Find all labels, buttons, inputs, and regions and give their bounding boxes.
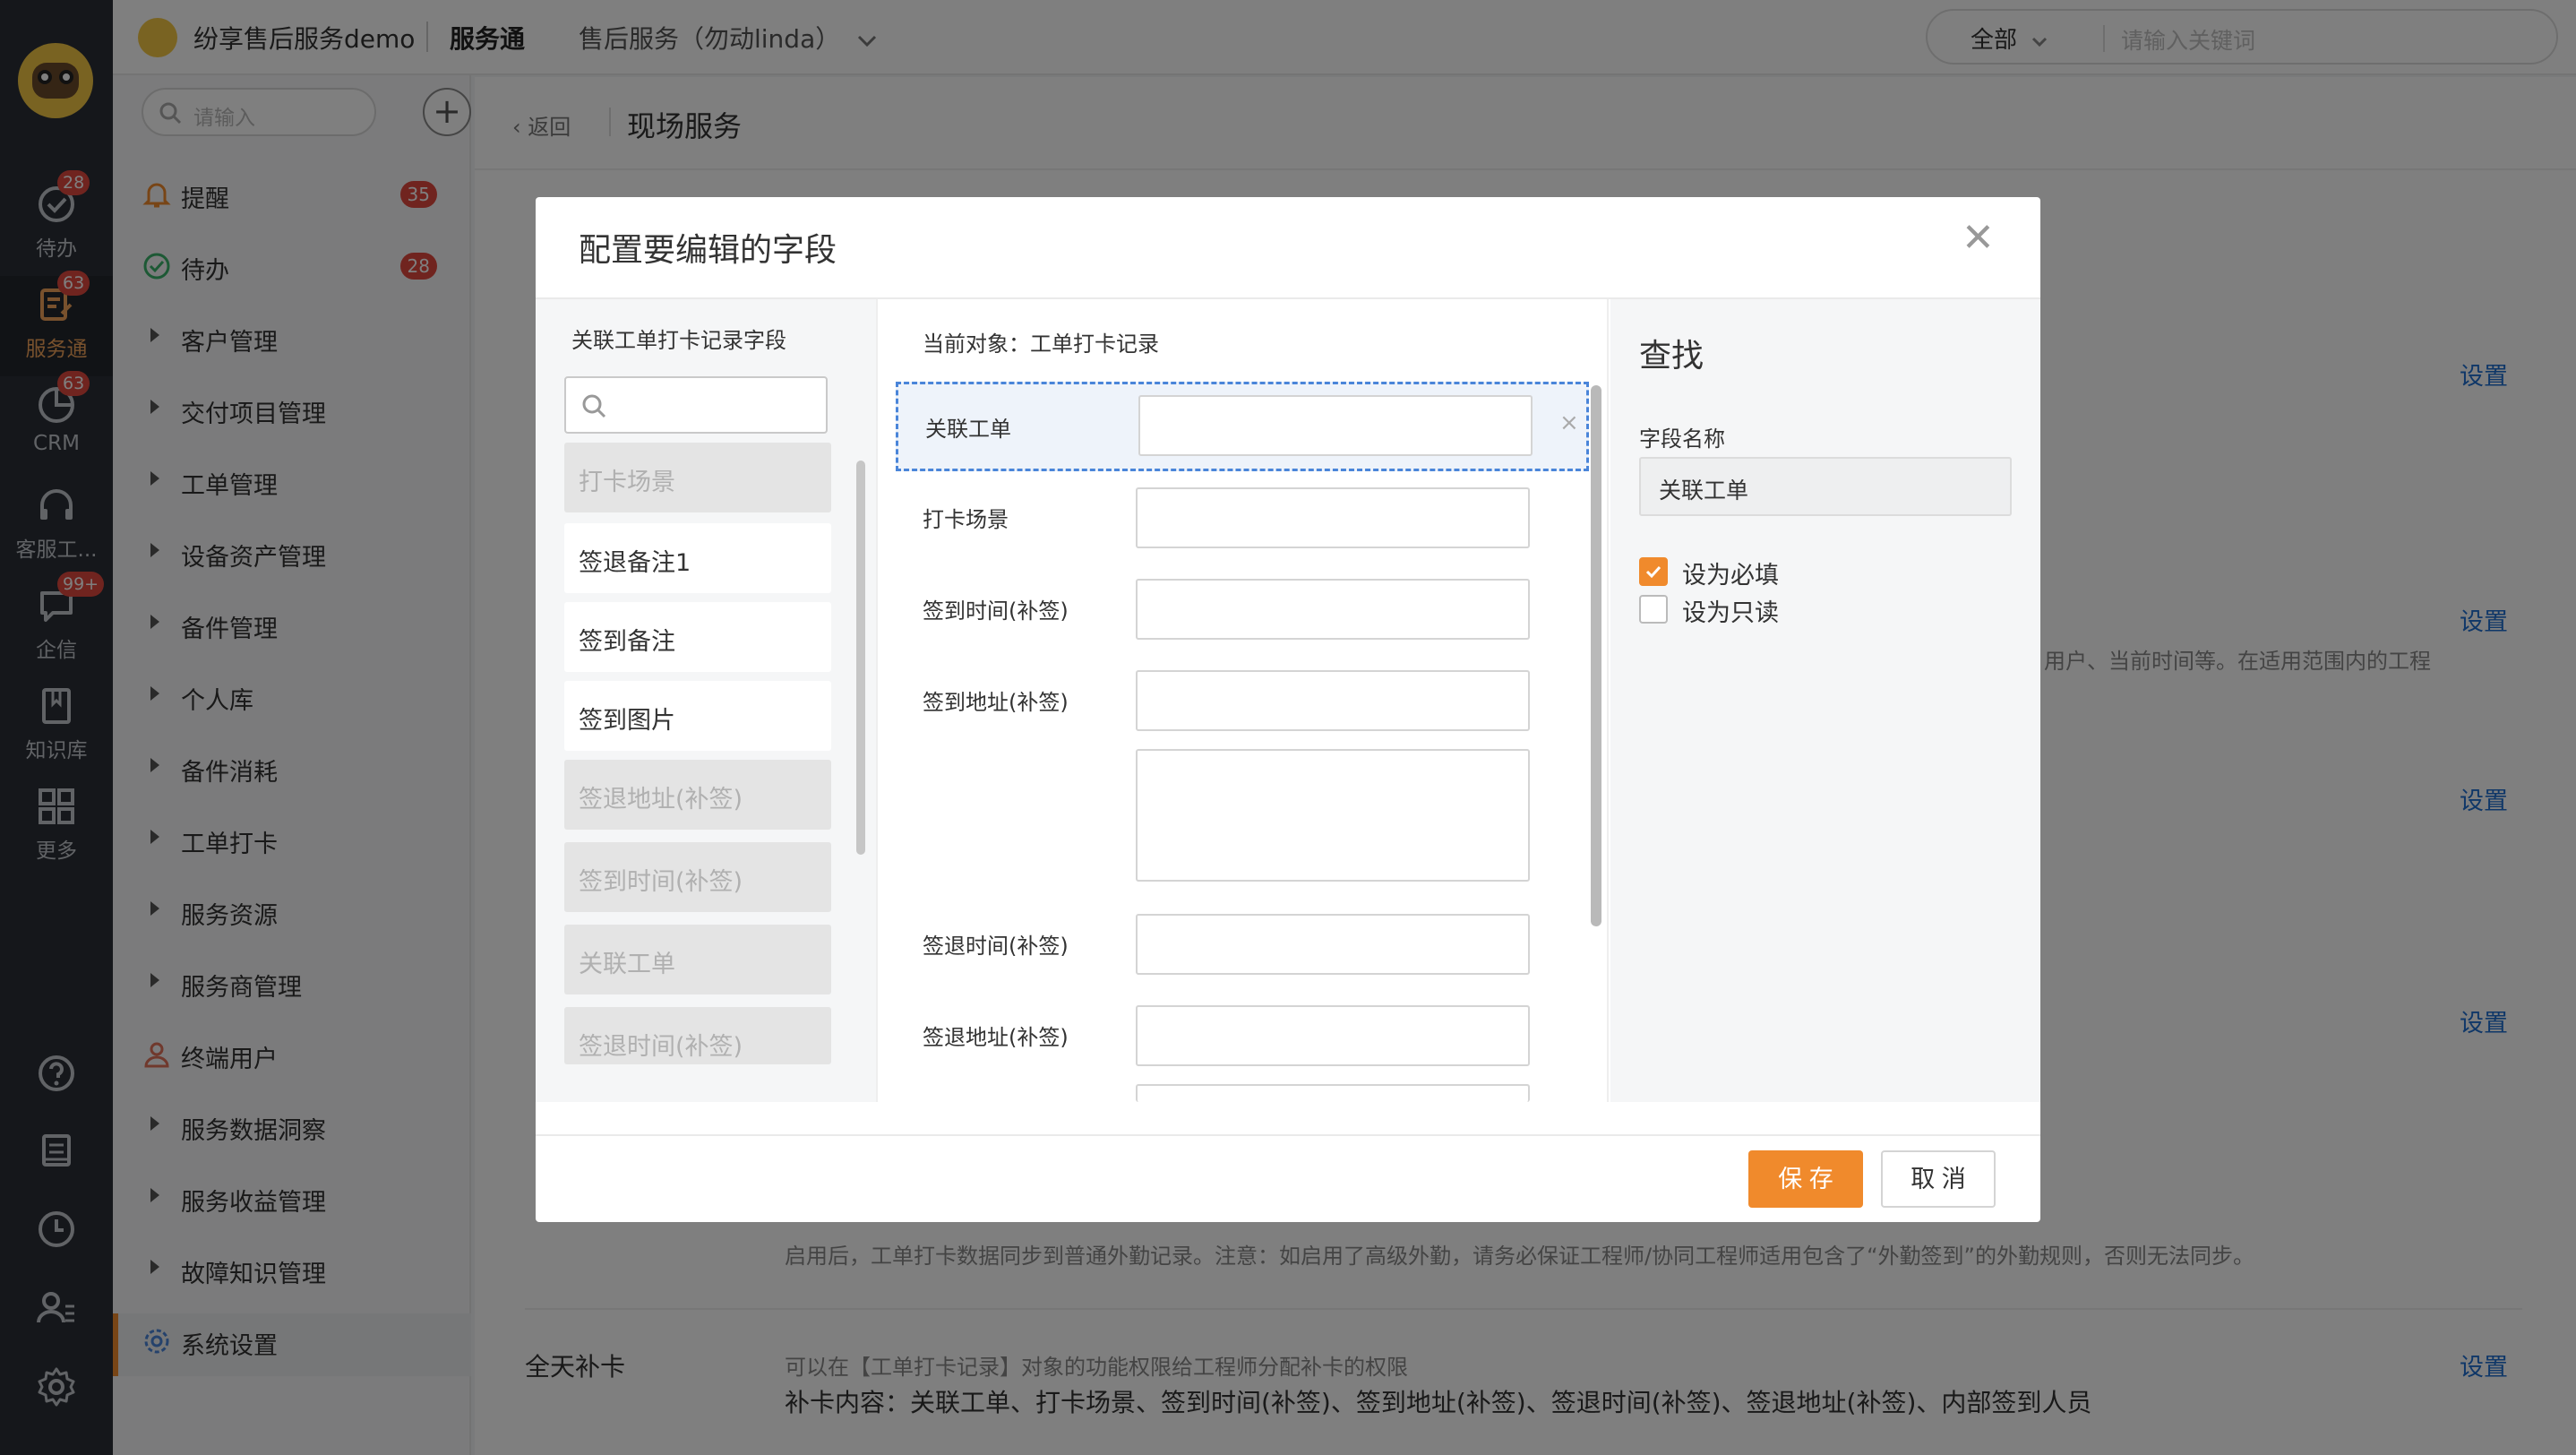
form-scrollbar[interactable] <box>1591 385 1601 926</box>
field-name-label: 字段名称 <box>1639 426 1725 452</box>
required-label[interactable]: 设为必填 <box>1682 555 1779 590</box>
palette-scrollbar[interactable] <box>856 461 865 855</box>
save-button[interactable]: 保 存 <box>1748 1150 1863 1208</box>
readonly-label[interactable]: 设为只读 <box>1682 593 1779 628</box>
form-field-row[interactable]: 签退时间(补签) <box>896 901 1589 991</box>
checkmark-icon <box>1645 565 1662 579</box>
field-config-dialog: 配置要编辑的字段 ✕ 关联工单打卡记录字段 打卡场景 签退备注1 签到备注 签到… <box>536 197 2040 1222</box>
readonly-checkbox[interactable] <box>1639 595 1668 624</box>
palette-field-item[interactable]: 签到图片 <box>564 681 831 751</box>
palette-field-item[interactable]: 签退地址(补签) <box>564 760 831 830</box>
search-icon <box>582 394 606 418</box>
palette-field-label: 签退地址(补签) <box>579 786 743 814</box>
remove-field-icon[interactable]: × <box>1559 409 1579 436</box>
form-field-textarea[interactable] <box>1136 1084 1530 1102</box>
form-field-input[interactable] <box>1136 579 1530 640</box>
form-field-input[interactable] <box>1136 670 1530 731</box>
form-field-input[interactable] <box>1136 914 1530 975</box>
dialog-title: 配置要编辑的字段 <box>579 232 837 269</box>
form-field-label: 签退时间(补签) <box>923 934 1069 959</box>
cancel-button[interactable]: 取 消 <box>1881 1150 1996 1208</box>
field-name-input[interactable]: 关联工单 <box>1639 457 2012 516</box>
required-checkbox[interactable] <box>1639 557 1668 586</box>
current-object-label: 当前对象：工单打卡记录 <box>923 331 1159 357</box>
palette-field-label: 打卡场景 <box>579 469 675 496</box>
palette-field-label: 签到备注 <box>579 628 675 656</box>
form-field-input[interactable] <box>1138 395 1533 456</box>
palette-field-label: 关联工单 <box>579 951 675 978</box>
field-palette: 关联工单打卡记录字段 打卡场景 签退备注1 签到备注 签到图片 签退地址(补签)… <box>536 299 876 1102</box>
form-field-row[interactable]: 签到时间(补签) <box>896 566 1589 656</box>
field-name-value: 关联工单 <box>1659 478 1749 504</box>
field-properties: 查找 字段名称 关联工单 设为必填 设为只读 <box>1610 299 2040 1102</box>
palette-field-label: 签到时间(补签) <box>579 868 743 896</box>
form-field-input[interactable] <box>1136 487 1530 548</box>
form-field-label: 签到地址(补签) <box>923 690 1069 715</box>
palette-field-item[interactable]: 签退备注1 <box>564 523 831 593</box>
palette-field-item[interactable]: 签到备注 <box>564 602 831 672</box>
palette-field-item[interactable]: 签到时间(补签) <box>564 842 831 912</box>
form-field-input[interactable] <box>1136 1005 1530 1066</box>
divider <box>536 1134 2040 1136</box>
palette-field-item[interactable]: 关联工单 <box>564 925 831 994</box>
form-field-row[interactable]: 签到地址(补签) <box>896 658 1589 747</box>
palette-field-item[interactable]: 打卡场景 <box>564 443 831 512</box>
palette-field-item[interactable]: 签退时间(补签) <box>564 1007 831 1064</box>
form-field-row-selected[interactable]: 关联工单 × <box>896 382 1589 471</box>
form-field-textarea[interactable] <box>1136 749 1530 882</box>
palette-field-label: 签退备注1 <box>579 549 691 577</box>
palette-field-label: 签退时间(补签) <box>579 1033 743 1061</box>
form-field-label: 打卡场景 <box>923 507 1009 532</box>
form-field-row[interactable]: 打卡场景 <box>896 475 1589 564</box>
properties-title: 查找 <box>1639 338 1704 375</box>
form-field-row[interactable]: 签退地址(补签) <box>896 993 1589 1082</box>
form-layout: 当前对象：工单打卡记录 关联工单 × 打卡场景 签到时间(补签) 签到地址(补签… <box>876 299 1609 1102</box>
palette-search-input[interactable] <box>564 376 828 434</box>
palette-header: 关联工单打卡记录字段 <box>571 328 786 353</box>
form-field-label: 签到时间(补签) <box>923 598 1069 624</box>
close-icon[interactable]: ✕ <box>1962 219 1995 258</box>
form-field-label: 签退地址(补签) <box>923 1025 1069 1050</box>
form-field-label: 关联工单 <box>925 417 1011 442</box>
palette-field-label: 签到图片 <box>579 707 675 735</box>
